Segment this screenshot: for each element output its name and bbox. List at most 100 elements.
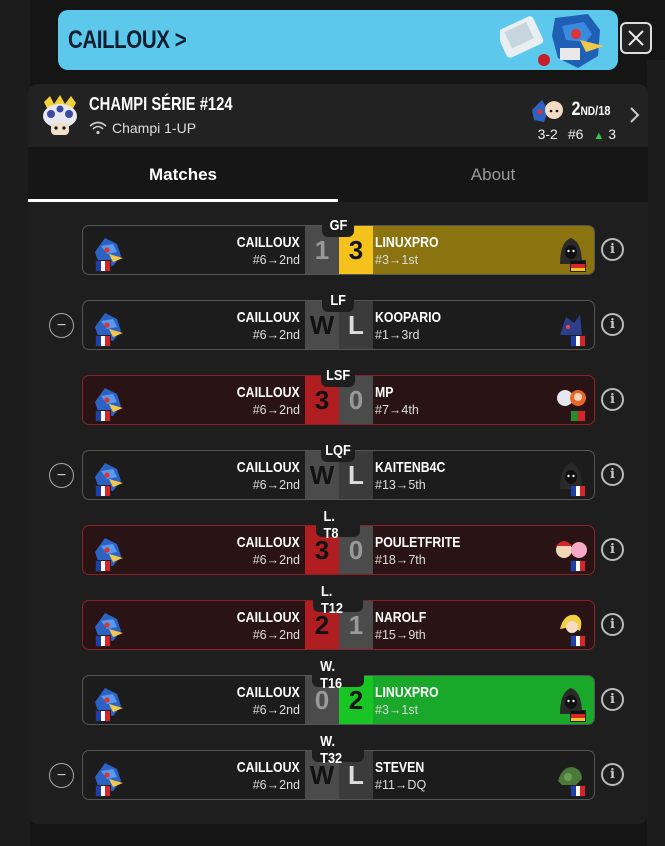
round-label: LSF (321, 363, 355, 387)
tab-active-indicator (28, 199, 338, 202)
match-row: CAILLOUX #6→2nd 2 1 NAROLF #15→9th L. T12 i (28, 583, 648, 650)
player-name-left: CAILLOUX (237, 609, 300, 626)
info-icon[interactable]: i (601, 688, 624, 711)
player-name-right: NAROLF (375, 609, 427, 626)
wifi-icon (89, 121, 107, 135)
tournament-header[interactable]: CHAMPI SÉRIE #124 Champi 1-UP 2ND/18 3-2… (28, 84, 648, 147)
flag-fr-icon (95, 635, 111, 647)
info-icon[interactable]: i (601, 313, 624, 336)
arrow-up-icon: ▲ (593, 130, 605, 142)
tournament-subtitle: Champi 1-UP (112, 120, 197, 136)
player-seed-left: #6→2nd (252, 478, 300, 492)
player-seed-right: #13→5th (375, 478, 426, 492)
match-row: CAILLOUX #6→2nd 3 0 POULETFRITE #18→7th L. T8 i (28, 508, 648, 575)
background-left-strip (0, 0, 30, 846)
info-icon[interactable]: i (601, 613, 624, 636)
match-row: − CAILLOUX #6→2nd W L KAITENB4C #13→5th LQF i (28, 438, 648, 500)
round-label: W. T16 (312, 658, 364, 692)
tournament-subtitle-row: Champi 1-UP (89, 120, 196, 136)
round-label: L. T12 (313, 583, 363, 617)
match-row: − CAILLOUX #6→2nd W L STEVEN #11→DQ W. T32 i (28, 733, 648, 800)
player-name-left: CAILLOUX (237, 309, 300, 326)
player-seed-left: #6→2nd (252, 778, 300, 792)
player-name-right: MP (375, 384, 394, 401)
round-label: L. T8 (316, 508, 360, 542)
background-right-strip (647, 60, 665, 846)
match-row: − CAILLOUX #6→2nd W L KOOPARIO #1→3rd LF i (28, 288, 648, 350)
chevron-right-icon[interactable] (628, 106, 640, 124)
tournament-stats: 3-2 #6 ▲ 3 (538, 126, 616, 142)
minus-circle-icon[interactable]: − (49, 313, 74, 338)
player-name-left: CAILLOUX (237, 684, 300, 701)
player-name-left: CAILLOUX (237, 459, 300, 476)
player-seed-right: #7→4th (375, 403, 419, 417)
player-name-left: CAILLOUX (237, 234, 300, 251)
tournament-title: CHAMPI SÉRIE #124 (89, 94, 233, 114)
info-icon[interactable]: i (601, 538, 624, 561)
character-art-icon (500, 14, 604, 68)
player-name-left: CAILLOUX (237, 534, 300, 551)
info-icon[interactable]: i (601, 763, 624, 786)
character-pair-icon (532, 98, 563, 122)
player-seed-right: #11→DQ (375, 778, 427, 792)
player-name-right: KAITENB4C (375, 459, 446, 476)
info-icon[interactable]: i (601, 463, 624, 486)
player-seed-left: #6→2nd (252, 253, 300, 267)
tab-bar: Matches About (28, 147, 648, 202)
round-label: W. T32 (312, 733, 364, 767)
flag-fr-icon (570, 335, 586, 347)
flag-de-icon (570, 260, 586, 272)
flag-fr-icon (95, 485, 111, 497)
player-name-right: POULETFRITE (375, 534, 461, 551)
placement-block: 2ND/18 (530, 96, 614, 124)
match-row: CAILLOUX #6→2nd 0 2 LINUXPRO #3→1st W. T16 i (28, 658, 648, 725)
player-name-right: STEVEN (375, 759, 425, 776)
flag-fr-icon (95, 335, 111, 347)
player-seed-left: #6→2nd (252, 703, 300, 717)
player-seed-left: #6→2nd (252, 403, 300, 417)
seed-delta: ▲ 3 (593, 126, 616, 142)
flag-fr-icon (95, 260, 111, 272)
flag-fr-icon (570, 560, 586, 572)
round-label: LQF (321, 438, 355, 462)
tournament-panel: CHAMPI SÉRIE #124 Champi 1-UP 2ND/18 3-2… (28, 84, 648, 824)
minus-circle-icon[interactable]: − (49, 463, 74, 488)
player-seed-right: #3→1st (375, 253, 419, 267)
flag-pt-icon (570, 410, 586, 422)
flag-fr-icon (95, 710, 111, 722)
flag-fr-icon (570, 485, 586, 497)
flag-fr-icon (95, 785, 111, 797)
seed-text: #6 (567, 126, 584, 142)
player-name-right: KOOPARIO (375, 309, 442, 326)
player-name-right: LINUXPRO (375, 234, 439, 251)
flag-fr-icon (95, 410, 111, 422)
player-seed-right: #18→7th (375, 553, 426, 567)
flag-fr-icon (95, 560, 111, 572)
match-row: CAILLOUX #6→2nd 3 0 MP #7→4th LSF i (28, 363, 648, 425)
flag-de-icon (570, 710, 586, 722)
tab-about[interactable]: About (338, 147, 648, 202)
close-icon (628, 30, 644, 46)
tournament-logo-icon (43, 95, 77, 135)
placement-value: 2ND/18 (571, 99, 611, 120)
flag-fr-icon (570, 785, 586, 797)
player-seed-right: #1→3rd (375, 328, 420, 342)
round-label: LF (322, 288, 354, 312)
player-seed-left: #6→2nd (252, 628, 300, 642)
player-seed-right: #3→1st (375, 703, 419, 717)
info-icon[interactable]: i (601, 238, 624, 261)
player-seed-left: #6→2nd (252, 553, 300, 567)
player-banner[interactable]: CAILLOUX > (58, 10, 618, 70)
banner-player-name: CAILLOUX > (68, 26, 187, 54)
player-name-left: CAILLOUX (237, 384, 300, 401)
round-label: GF (322, 213, 354, 237)
close-button[interactable] (620, 22, 652, 54)
record-text: 3-2 (537, 126, 558, 142)
tab-matches[interactable]: Matches (28, 147, 338, 202)
player-name-left: CAILLOUX (237, 759, 300, 776)
minus-circle-icon[interactable]: − (49, 763, 74, 788)
info-icon[interactable]: i (601, 388, 624, 411)
flag-fr-icon (570, 635, 586, 647)
player-name-right: LINUXPRO (375, 684, 439, 701)
player-seed-left: #6→2nd (252, 328, 300, 342)
